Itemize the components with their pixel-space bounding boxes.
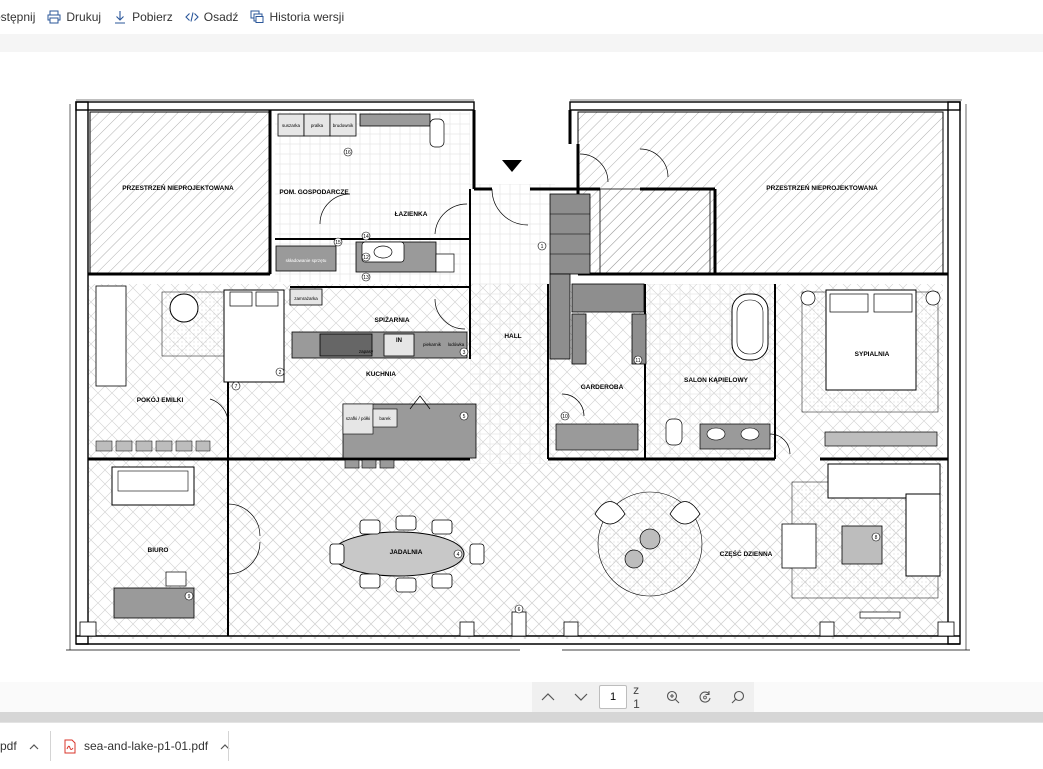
fixture-label-bar: barek [379,416,391,421]
tag-1: 1 [541,244,544,250]
page-number-input[interactable] [599,685,628,709]
fixture-label-cabinets: szafki / półki [346,416,371,421]
tag-16: 16 [345,150,351,156]
room-label-kids-room: POKÓJ EMILKI [137,395,184,404]
tag-13: 13 [363,275,369,281]
print-label: Drukuj [66,10,102,24]
room-label-unplanned-left: PRZESTRZEŃ NIEPROJEKTOWANA [122,183,234,192]
zoom-in-icon [666,690,680,704]
next-page-button[interactable] [565,682,598,712]
tag-3: 3 [463,350,466,356]
tag-10: 10 [562,414,568,420]
tag-2: 2 [279,370,282,376]
download-icon [113,10,127,24]
zoom-in-button[interactable] [656,682,689,712]
sofa [827,463,941,499]
downloads-bar: pdf sea-and-lake-p1-01.pdf [0,722,1043,769]
room-label-utility: POM. GOSPODARCZE [279,189,349,196]
page-count-label: z 1 [633,683,640,711]
entrance-arrow [502,160,522,172]
room-label-bedroom: SYPIALNIA [855,351,890,358]
room-label-hall: HALL [504,333,521,340]
tag-15: 15 [335,240,341,246]
unplanned-area-left [89,111,271,275]
room-label-bathroom: ŁAZIENKA [395,211,428,218]
fixture-label-washer: pralka [311,123,324,128]
tag-5: 5 [463,414,466,420]
tag-7: 7 [235,384,238,390]
pdf-file-icon [64,739,76,754]
tag-9: 9 [188,594,191,600]
page-navigation-bar: z 1 [0,682,1043,712]
chevron-down-icon [574,693,588,701]
chevron-up-icon [29,743,39,749]
search-button[interactable] [721,682,754,712]
print-icon [47,10,61,24]
embed-icon [184,10,199,24]
room-label-wardrobe: GARDEROBA [581,384,624,391]
download-label: Pobierz [132,10,173,24]
fixture-label-storage: składowanie sprzętu [286,258,327,263]
download-item-sea-and-lake[interactable]: sea-and-lake-p1-01.pdf [64,723,230,769]
tag-12: 12 [363,255,369,261]
embed-button[interactable]: Osadź [184,0,245,34]
tag-14: 14 [363,234,369,240]
embed-label: Osadź [203,10,239,24]
room-label-dining: JADALNIA [390,549,423,556]
previous-page-button[interactable] [532,682,565,712]
fixture-label-sink: brudownik [333,123,354,128]
fixture-label-in: IN [396,338,402,344]
window-separator [0,712,1043,722]
room-label-living: CZĘŚĆ DZIENNA [720,549,773,558]
tag-11: 11 [635,358,640,364]
rotate-icon [699,691,711,703]
tag-8: 8 [875,535,878,541]
download-item-previous[interactable]: pdf [0,723,39,769]
room-label-kitchen: KUCHNIA [366,371,396,378]
share-button[interactable]: ostępnij [0,0,41,34]
fixture-label-stock: zapasy [359,349,374,354]
version-history-label: Historia wersji [269,10,345,24]
fixture-label-microwave: lodówka [448,342,465,347]
room-label-unplanned-right: PRZESTRZEŃ NIEPROJEKTOWANA [766,183,878,192]
page-navigation: z 1 [532,682,754,712]
rotate-button[interactable] [689,682,722,712]
version-history-icon [250,10,264,24]
download-item-name: pdf [0,739,17,753]
share-label: ostępnij [0,10,36,24]
print-button[interactable]: Drukuj [47,0,107,34]
chevron-up-icon [541,693,555,701]
version-history-button[interactable]: Historia wersji [250,0,350,34]
fixture-label-dryer: suszarka [282,123,301,128]
download-options-button[interactable] [29,743,39,750]
fixture-label-freezer: zamrażarka [294,296,318,301]
tag-4: 4 [457,552,460,558]
room-label-pantry: SPIŻARNIA [374,316,409,324]
toolbar-band [0,34,1043,52]
search-icon [731,690,744,704]
room-label-office: BIURO [148,547,169,554]
download-separator [228,731,229,761]
tag-6: 6 [518,607,521,613]
download-button[interactable]: Pobierz [113,0,179,34]
download-separator [50,731,51,761]
download-item-name: sea-and-lake-p1-01.pdf [84,739,209,753]
floor-plan: PRZESTRZEŃ NIEPROJEKTOWANA PRZESTRZEŃ NI… [66,99,970,651]
document-viewer[interactable]: PRZESTRZEŃ NIEPROJEKTOWANA PRZESTRZEŃ NI… [0,64,1043,683]
toolbar: ostępnij Drukuj Pobierz Osadź Historia w… [0,0,1043,34]
room-label-bath-salon: SALON KĄPIELOWY [684,377,749,384]
fixture-label-fridge: piekarnik [423,342,442,347]
